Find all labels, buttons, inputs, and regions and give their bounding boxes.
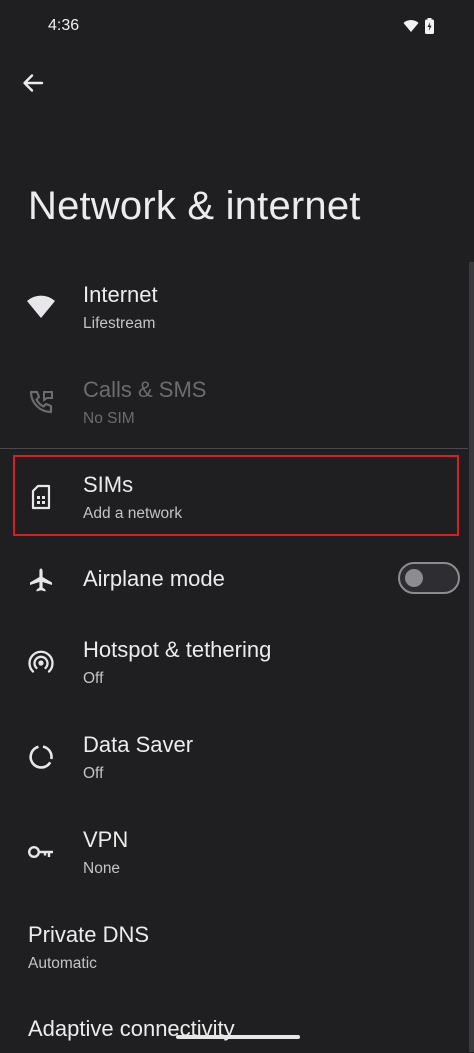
status-bar: 4:36 [0,0,474,56]
data-saver-label: Data Saver [83,732,194,757]
calls-sms-label: Calls & SMS [83,377,207,402]
internet-item[interactable]: Internet Lifestream [0,262,468,352]
home-indicator[interactable] [176,1035,300,1039]
data-saver-item[interactable]: Data Saver Off [0,712,468,802]
airplane-mode-toggle[interactable] [398,562,460,594]
status-time: 4:36 [48,17,80,34]
airplane-mode-label: Airplane mode [83,566,225,591]
calls-sms-icon [26,387,56,417]
wifi-icon [403,19,419,38]
internet-label: Internet [83,282,158,307]
private-dns-label: Private DNS [28,922,150,947]
sims-item[interactable]: SIMs Add a network [0,452,468,542]
sims-sub: Add a network [83,505,183,522]
airplane-icon [26,565,56,595]
vpn-sub: None [83,860,121,877]
hotspot-item[interactable]: Hotspot & tethering Off [0,617,468,707]
hotspot-label: Hotspot & tethering [83,637,272,662]
data-saver-sub: Off [83,765,104,782]
battery-charging-icon [425,18,434,39]
data-saver-icon [26,742,56,772]
hotspot-icon [26,647,56,677]
page-title: Network & internet [28,184,361,228]
private-dns-sub: Automatic [28,955,97,972]
divider [0,448,468,449]
vpn-label: VPN [83,827,129,852]
sims-label: SIMs [83,472,134,497]
sim-card-icon [26,482,56,512]
hotspot-sub: Off [83,670,104,687]
adaptive-connectivity-item[interactable]: Adaptive connectivity [0,996,468,1053]
private-dns-item[interactable]: Private DNS Automatic [0,902,468,992]
scrollbar[interactable] [469,262,474,1052]
vpn-key-icon [26,837,56,867]
internet-sub: Lifestream [83,315,156,332]
calls-sms-item: Calls & SMS No SIM [0,357,468,447]
wifi-icon [26,292,56,322]
arrow-back-icon [22,72,44,99]
status-icons [403,18,434,39]
back-button[interactable] [14,66,52,104]
toggle-knob [405,569,423,587]
vpn-item[interactable]: VPN None [0,807,468,897]
calls-sms-sub: No SIM [83,410,135,427]
